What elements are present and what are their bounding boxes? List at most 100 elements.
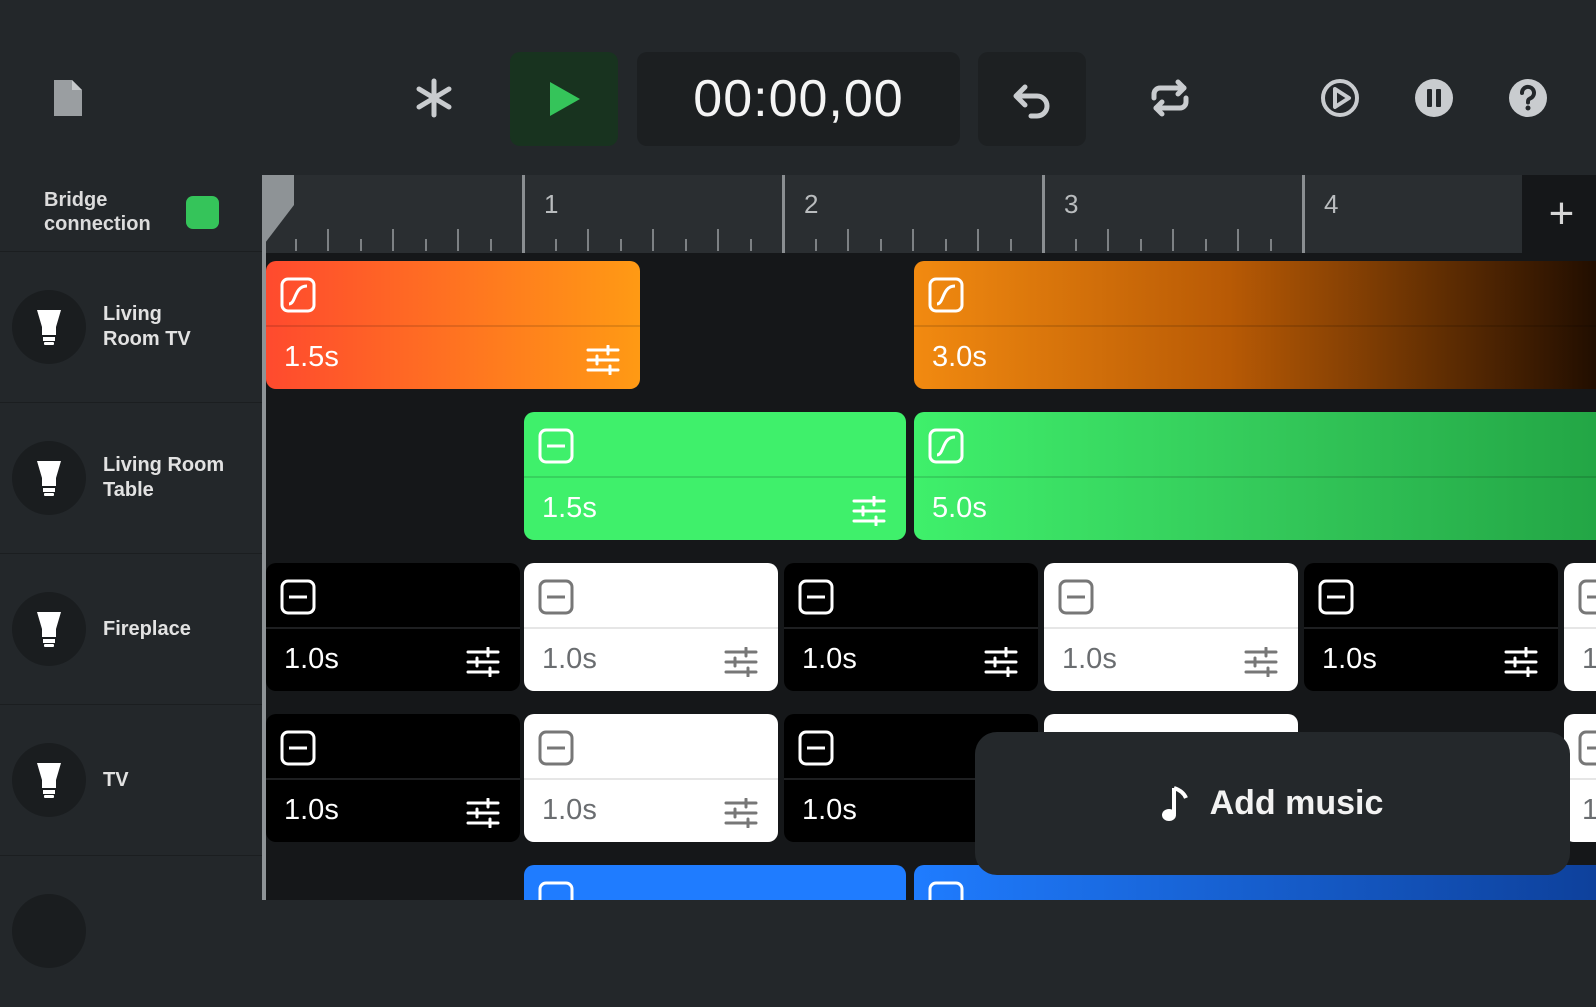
clip-fireplace-4[interactable]: 1.0s — [1044, 563, 1298, 691]
ruler-minor-tick — [619, 239, 622, 251]
light-name: Living Room Table — [103, 454, 225, 501]
clip-duration: 1.5s — [542, 492, 597, 524]
preview-button[interactable] — [1317, 52, 1363, 144]
adjust-icon[interactable] — [984, 647, 1018, 677]
clip-duration: 1.0s — [284, 794, 339, 826]
clip-fireplace-2[interactable]: 1.0s — [524, 563, 778, 691]
play-circle-icon — [1321, 79, 1359, 117]
loop-icon — [1151, 79, 1189, 117]
adjust-icon[interactable] — [466, 647, 500, 677]
clip-duration: 1.0s — [802, 794, 857, 826]
hold-icon — [1318, 579, 1354, 615]
ruler-minor-tick — [1107, 229, 1109, 251]
light-row-fireplace[interactable]: Fireplace — [0, 553, 262, 705]
clip-divider — [784, 627, 1038, 629]
clip-fireplace-1[interactable]: 1.0s — [266, 563, 520, 691]
undo-icon — [1013, 84, 1050, 119]
clip-tv-2[interactable]: 1.0s — [524, 714, 778, 842]
clip-next-1[interactable] — [524, 865, 906, 900]
clip-duration: 1.5s — [284, 341, 339, 373]
clip-living-room-tv-1[interactable]: 1.5s — [266, 261, 640, 389]
ruler-label: 4 — [1324, 189, 1339, 219]
ruler-minor-tick — [424, 239, 427, 251]
add-track-button[interactable]: + — [1527, 175, 1596, 253]
add-music-button[interactable]: Add music — [975, 732, 1570, 875]
clip-living-room-table-2[interactable]: 5.0s — [914, 412, 1596, 540]
help-button[interactable] — [1505, 52, 1551, 144]
curve-icon — [928, 428, 964, 464]
clip-duration: 3.0s — [932, 341, 987, 373]
light-row-next[interactable] — [0, 855, 262, 1007]
light-name: TV — [103, 769, 129, 791]
light-row-living-room-table[interactable]: Living Room Table — [0, 402, 262, 554]
adjust-icon[interactable] — [1244, 647, 1278, 677]
adjust-icon[interactable] — [466, 798, 500, 828]
clip-tv-1[interactable]: 1.0s — [266, 714, 520, 842]
hold-icon — [798, 730, 834, 766]
undo-button[interactable] — [978, 52, 1086, 146]
clip-duration: 5.0s — [932, 492, 987, 524]
ruler-major-tick — [522, 175, 525, 253]
hold-icon — [798, 579, 834, 615]
ruler-minor-tick — [1139, 239, 1142, 251]
pause-circle-icon — [1415, 79, 1453, 117]
ruler-label: 2 — [804, 189, 819, 219]
pause-button[interactable] — [1411, 52, 1457, 144]
add-music-label: Add music — [1209, 784, 1384, 822]
clip-fireplace-3[interactable]: 1.0s — [784, 563, 1038, 691]
playhead[interactable] — [262, 175, 266, 900]
hold-icon — [538, 881, 574, 900]
ruler-minor-tick — [1009, 239, 1012, 251]
clip-divider — [914, 476, 1596, 478]
bulb-icon — [12, 743, 86, 817]
clip-duration: 1.0s — [542, 794, 597, 826]
adjust-icon[interactable] — [724, 647, 758, 677]
hold-icon — [538, 730, 574, 766]
play-icon — [550, 82, 580, 116]
bridge-connection-label: Bridge connection — [44, 189, 151, 235]
adjust-icon[interactable] — [1504, 647, 1538, 677]
clip-divider — [524, 476, 906, 478]
clip-duration: 1 — [1582, 794, 1596, 826]
curve-icon — [280, 277, 316, 313]
ruler-minor-tick — [554, 239, 557, 251]
clip-divider — [1564, 627, 1596, 629]
clip-divider — [266, 778, 520, 780]
ruler-minor-tick — [392, 229, 394, 251]
ruler-label: 1 — [544, 189, 559, 219]
ruler-label: 3 — [1064, 189, 1079, 219]
hold-icon — [280, 730, 316, 766]
ruler-minor-tick — [1237, 229, 1239, 251]
ruler-minor-tick — [912, 229, 914, 251]
clip-living-room-table-1[interactable]: 1.5s — [524, 412, 906, 540]
light-row-tv[interactable]: TV — [0, 704, 262, 856]
new-file-button[interactable] — [42, 52, 94, 144]
ruler-minor-tick — [1172, 229, 1174, 251]
ruler-major-tick — [782, 175, 785, 253]
clip-duration: 1 — [1582, 643, 1596, 675]
clip-living-room-tv-2[interactable]: 3.0s — [914, 261, 1596, 389]
play-button[interactable] — [510, 52, 618, 146]
ruler-minor-tick — [847, 229, 849, 251]
ruler-major-tick — [1302, 175, 1305, 253]
clip-divider — [266, 627, 520, 629]
clip-fireplace-6[interactable]: 1 — [1564, 563, 1596, 691]
loop-button[interactable] — [1140, 52, 1200, 144]
ruler-minor-tick — [749, 239, 752, 251]
hold-icon — [280, 579, 316, 615]
ruler-major-tick — [1042, 175, 1045, 253]
bridge-status-indicator — [186, 196, 219, 229]
adjust-icon[interactable] — [724, 798, 758, 828]
asterisk-icon — [416, 78, 452, 118]
effects-button[interactable] — [405, 52, 463, 144]
ruler-minor-tick — [879, 239, 882, 251]
adjust-icon[interactable] — [586, 345, 620, 375]
light-row-living-room-tv[interactable]: Living Room TV — [0, 251, 262, 403]
adjust-icon[interactable] — [852, 496, 886, 526]
time-ruler[interactable]: 1 2 3 4 — [262, 175, 1522, 253]
ruler-minor-tick — [1269, 239, 1272, 251]
ruler-minor-tick — [359, 239, 362, 251]
document-icon — [54, 80, 82, 116]
clip-fireplace-5[interactable]: 1.0s — [1304, 563, 1558, 691]
playhead-handle[interactable] — [262, 175, 296, 247]
